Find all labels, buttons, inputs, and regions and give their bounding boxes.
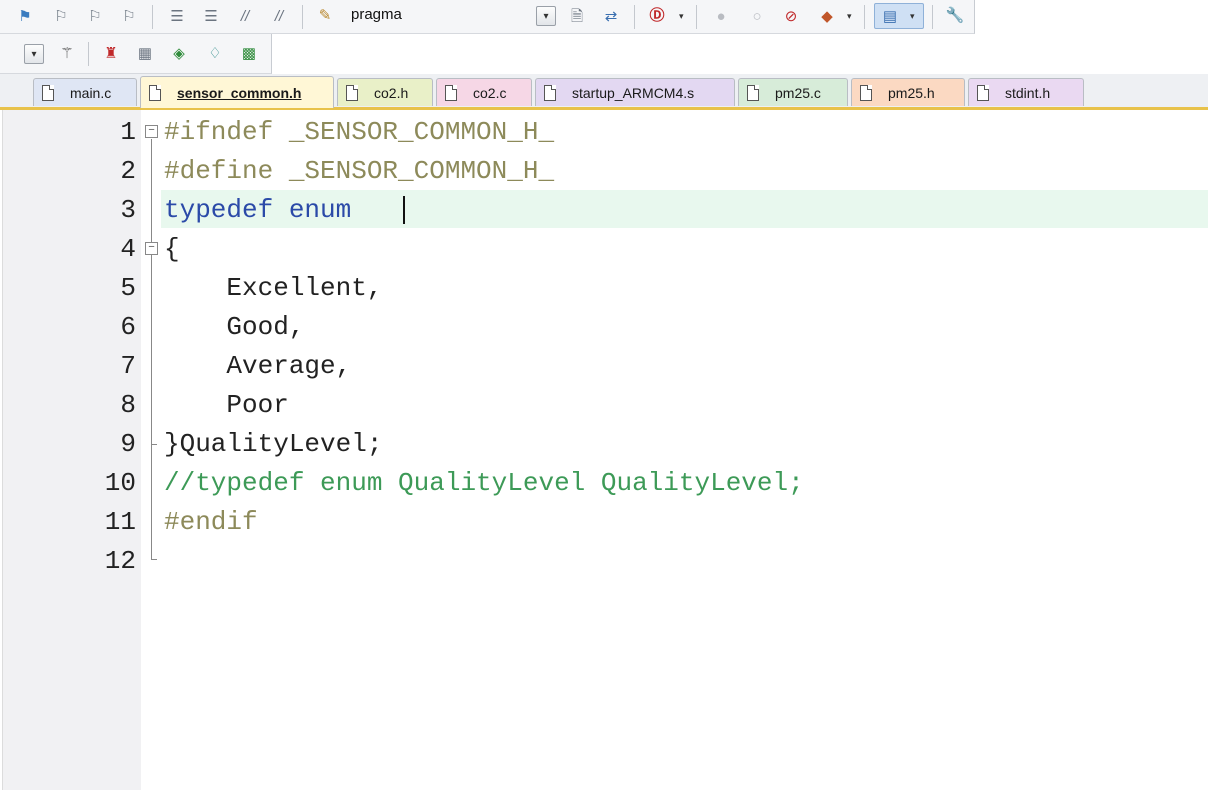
build-toolbar: ▾ ⚚ ♜ ▦ ◈ ♢ ▩ (0, 34, 272, 74)
tab-startup-armcm4-s[interactable]: startup_ARMCM4.s (535, 78, 735, 106)
incremental-find-icon[interactable]: ⇄ (600, 5, 622, 27)
line-number: 6 (120, 312, 136, 342)
code-line[interactable]: #define _SENSOR_COMMON_H_ (164, 152, 554, 191)
separator (696, 5, 697, 29)
file-icon (346, 84, 358, 101)
find-in-files-icon[interactable]: ✎ (314, 4, 336, 26)
separator (302, 5, 303, 29)
select-device-icon[interactable]: ◈ (168, 42, 190, 64)
file-icon (149, 84, 161, 101)
line-number: 3 (120, 195, 136, 225)
file-icon (445, 84, 457, 101)
find-combo-dropdown-button[interactable]: ▾ (536, 6, 556, 26)
magic-wand-icon[interactable]: ⚚ (56, 42, 78, 64)
pack-installer-icon[interactable]: ♜ (100, 42, 122, 64)
editor-toolbar: ⚑ ⚐ ⚐ ⚐ ☰ ☰ // // ✎ pragma ▾ 🗎 ⇄ Ⓓ ▾ ● ○… (0, 0, 975, 34)
tab-stdint-h[interactable]: stdint.h (968, 78, 1084, 106)
tab-label: co2.h (374, 84, 409, 101)
tab-label: pm25.c (775, 84, 821, 101)
breakpoint-dropdown-icon[interactable]: ▾ (847, 11, 852, 22)
fold-end-marker (151, 559, 157, 560)
separator (864, 5, 865, 29)
tab-label: startup_ARMCM4.s (572, 84, 695, 101)
code-line[interactable]: Average, (164, 347, 351, 386)
file-icon (747, 84, 759, 101)
tab-label: main.c (70, 84, 112, 101)
tab-label: pm25.h (888, 84, 935, 101)
line-number: 1 (120, 117, 136, 147)
find-combo-value[interactable]: pragma (351, 6, 402, 23)
tab-co2-h[interactable]: co2.h (337, 78, 433, 106)
configure-icon[interactable]: 🔧 (944, 4, 966, 26)
file-icon (860, 84, 872, 101)
code-line[interactable]: Good, (164, 308, 304, 347)
tab-label: stdint.h (1005, 84, 1051, 101)
debug-start-icon[interactable]: Ⓓ (646, 4, 668, 26)
text-cursor (403, 196, 405, 224)
window-layout-dropdown-icon: ▾ (910, 11, 915, 21)
tab-pm25-c[interactable]: pm25.c (738, 78, 848, 106)
bookmark-next-icon[interactable]: ⚐ (84, 5, 106, 27)
manage-runtime-icon[interactable]: ♢ (204, 42, 226, 64)
breakpoint-kill-icon[interactable]: ◆ (816, 5, 838, 27)
tab-main-c[interactable]: main.c (33, 78, 137, 106)
code-line[interactable]: typedef enum (164, 191, 351, 230)
code-line[interactable]: #endif (164, 503, 258, 542)
dropdown-icon[interactable]: ▾ (24, 44, 44, 64)
code-line[interactable]: //typedef enum QualityLevel QualityLevel… (164, 464, 804, 503)
indent-icon[interactable]: ☰ (166, 5, 188, 27)
line-number: 8 (120, 390, 136, 420)
tab-co2-c[interactable]: co2.c (436, 78, 532, 106)
manage-project-icon[interactable]: ▦ (134, 42, 156, 64)
line-number: 4 (120, 234, 136, 264)
fold-end-marker (151, 444, 157, 445)
code-editor[interactable]: 1 2 3 4 5 6 7 8 9 10 11 12 − − #ifndef _… (0, 110, 1208, 790)
separator (88, 42, 89, 66)
code-line[interactable]: { (164, 230, 180, 269)
code-line[interactable]: #ifndef _SENSOR_COMMON_H_ (164, 113, 554, 152)
tab-pm25-h[interactable]: pm25.h (851, 78, 965, 106)
file-tab-bar: main.c sensor_common.h co2.h co2.c start… (0, 74, 1208, 110)
file-icon (977, 84, 989, 101)
separator (152, 5, 153, 29)
fold-toggle-icon[interactable]: − (145, 125, 158, 138)
line-number: 9 (120, 429, 136, 459)
fold-toggle-icon[interactable]: − (145, 242, 158, 255)
line-number: 5 (120, 273, 136, 303)
uncomment-icon[interactable]: // (268, 5, 290, 27)
tab-label: co2.c (473, 84, 507, 101)
tab-sensor-common-h[interactable]: sensor_common.h (140, 76, 334, 108)
fold-guide-line (151, 139, 152, 559)
code-line[interactable]: Excellent, (164, 269, 382, 308)
bookmark-prev-icon[interactable]: ⚐ (50, 5, 72, 27)
debug-start-dropdown-icon[interactable]: ▾ (679, 11, 684, 22)
code-line[interactable]: Poor (164, 386, 288, 425)
find-icon[interactable]: 🗎 (566, 5, 588, 27)
line-number: 11 (104, 507, 136, 537)
breakpoint-enable-icon[interactable]: ○ (746, 5, 768, 27)
separator (932, 5, 933, 29)
line-number: 2 (120, 156, 136, 186)
line-number: 7 (120, 351, 136, 381)
code-line[interactable]: }QualityLevel; (164, 425, 382, 464)
breakpoint-insert-icon[interactable]: ● (710, 5, 732, 27)
line-number: 12 (104, 546, 136, 576)
file-icon (544, 84, 556, 101)
file-icon (42, 84, 54, 101)
batch-build-icon[interactable]: ▩ (238, 42, 260, 64)
tab-label: sensor_common.h (177, 84, 302, 101)
unindent-icon[interactable]: ☰ (200, 5, 222, 27)
bookmark-clear-icon[interactable]: ⚐ (118, 5, 140, 27)
comment-icon[interactable]: // (234, 5, 256, 27)
line-number: 10 (104, 468, 136, 498)
breakpoint-disable-icon[interactable]: ⊘ (780, 5, 802, 27)
bookmark-toggle-icon[interactable]: ⚑ (14, 5, 36, 27)
window-layout-icon: ▤ (882, 7, 898, 25)
separator (634, 5, 635, 29)
